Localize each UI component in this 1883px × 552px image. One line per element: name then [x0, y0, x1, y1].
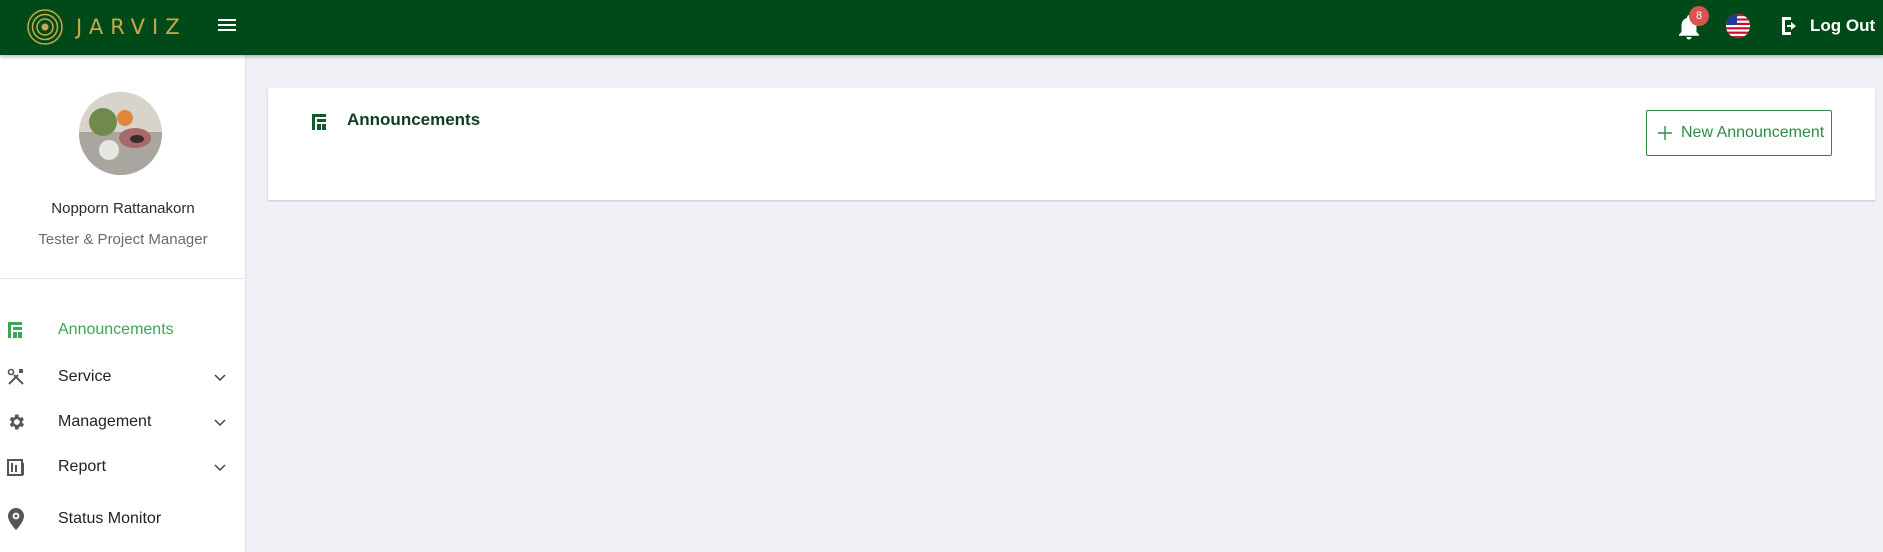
tools-icon: [7, 368, 24, 385]
announcement-icon: [312, 114, 326, 130]
hamburger-icon[interactable]: [216, 16, 238, 38]
page-title: Announcements: [347, 110, 481, 129]
jarviz-logo-icon: [27, 9, 63, 45]
top-bar: JARVIZ 8 Log Out: [0, 0, 1883, 55]
logout-icon: [1782, 17, 1796, 35]
chevron-down-icon: [214, 419, 226, 427]
notification-badge: 8: [1689, 6, 1709, 26]
avatar[interactable]: [79, 92, 162, 175]
report-icon: [7, 459, 24, 476]
us-flag-icon[interactable]: [1726, 14, 1750, 38]
new-announcement-button[interactable]: New Announcement: [1646, 110, 1832, 156]
sidebar-item-status-monitor[interactable]: Status Monitor: [0, 499, 246, 539]
sidebar-item-report[interactable]: Report: [0, 447, 246, 487]
sidebar-item-label: Status Monitor: [58, 510, 162, 527]
location-pin-icon: [8, 508, 24, 530]
chevron-down-icon: [214, 374, 226, 382]
logout-button[interactable]: Log Out: [1778, 14, 1875, 38]
new-announcement-label: New Announcement: [1681, 124, 1825, 141]
chevron-down-icon: [214, 464, 226, 472]
gear-icon: [9, 414, 25, 430]
sidebar-item-announcements[interactable]: Announcements: [0, 310, 246, 350]
announcements-card: Announcements New Announcement: [268, 88, 1875, 200]
sidebar-item-service[interactable]: Service: [0, 357, 246, 397]
user-role: Tester & Project Manager: [38, 231, 208, 248]
logo[interactable]: JARVIZ: [26, 8, 187, 46]
sidebar: Nopporn Rattanakorn Tester & Project Man…: [0, 55, 246, 552]
user-name: Nopporn Rattanakorn: [51, 200, 195, 217]
sidebar-item-label: Service: [58, 368, 112, 385]
sidebar-item-label: Management: [58, 413, 152, 430]
plus-icon: [1658, 126, 1672, 140]
sidebar-divider: [0, 278, 246, 279]
announcement-icon: [8, 322, 22, 338]
sidebar-item-management[interactable]: Management: [0, 402, 246, 442]
sidebar-item-label: Report: [58, 458, 107, 475]
logout-label: Log Out: [1810, 16, 1876, 35]
brand-name: JARVIZ: [76, 15, 187, 39]
sidebar-item-label: Announcements: [58, 321, 174, 338]
